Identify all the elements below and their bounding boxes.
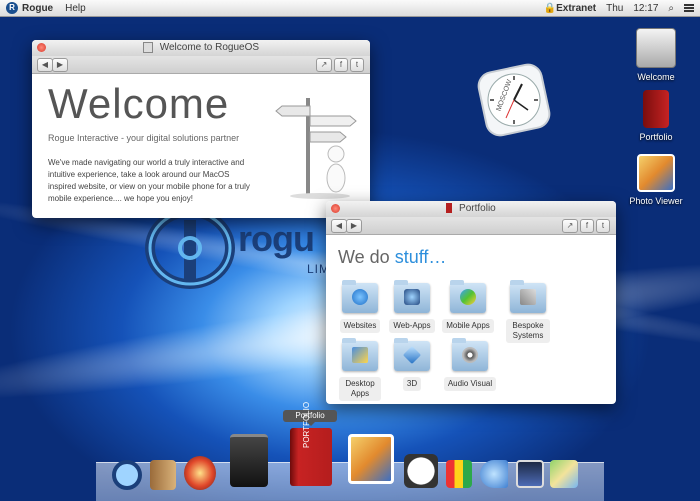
forward-button[interactable]: ▶ (346, 219, 362, 233)
signpost-illustration-icon (264, 92, 370, 202)
welcome-titlebar[interactable]: Welcome to RogueOS (32, 40, 370, 56)
quicktime-icon[interactable] (184, 456, 216, 490)
folder-label: Mobile Apps (442, 319, 494, 333)
menu-app-name[interactable]: Rogue (22, 3, 53, 14)
folder-label: Desktop Apps (339, 377, 381, 401)
back-button[interactable]: ◀ (331, 219, 347, 233)
globe-icon (352, 289, 368, 305)
folder-bespoke-systems[interactable]: Bespoke Systems (498, 280, 558, 343)
megaphone-icon[interactable] (480, 460, 508, 488)
spotlight-search-icon[interactable]: ⌕ (668, 3, 674, 14)
portfolio-book-icon (643, 90, 669, 128)
desktop-icon-portfolio[interactable]: Portfolio (621, 90, 691, 142)
desktop-icon-label: Photo Viewer (629, 196, 683, 206)
folder-label: Websites (339, 319, 381, 333)
shopping-bag-icon[interactable] (230, 434, 268, 487)
photo-viewer-icon (637, 154, 675, 192)
lock-icon: 🔒 (543, 2, 557, 14)
folder-label: Web-Apps (389, 319, 435, 333)
portfolio-window[interactable]: Portfolio ◀ ▶ ↗ f t We do stuff… Website… (326, 201, 616, 404)
share-button[interactable]: ↗ (562, 219, 578, 233)
welcome-window[interactable]: Welcome to RogueOS ◀ ▶ ↗ f t Welcome Rog… (32, 40, 370, 218)
menubar: R Rogue Help 🔒Extranet Thu 12:17 ⌕ (0, 0, 700, 17)
twitter-button[interactable]: t (596, 219, 610, 233)
forward-button[interactable]: ▶ (52, 58, 68, 72)
hard-drive-icon (636, 28, 676, 68)
portfolio-spine-text: PORTFOLIO (302, 401, 311, 448)
rogue-logo-icon[interactable] (112, 460, 142, 490)
extranet-link[interactable]: 🔒Extranet (544, 3, 596, 14)
tools-icon (520, 289, 536, 305)
close-button[interactable] (331, 204, 340, 213)
desktop-icon-label: Welcome (637, 72, 675, 82)
window-title: Portfolio (459, 203, 496, 214)
twitter-button[interactable]: t (350, 58, 364, 72)
folder-desktop-apps[interactable]: Desktop Apps (330, 338, 390, 401)
desktop-icon-photo-viewer[interactable]: Photo Viewer (621, 154, 691, 206)
clock-widget[interactable]: MOSCOW (476, 62, 552, 138)
portfolio-titlebar[interactable]: Portfolio (326, 201, 616, 217)
photo-viewer-icon[interactable] (348, 434, 394, 484)
clock-time: 12:17 (633, 2, 659, 14)
facebook-button[interactable]: f (334, 58, 348, 72)
welcome-body-text: We've made navigating our world a truly … (48, 158, 250, 203)
facebook-button[interactable]: f (580, 219, 594, 233)
folder-audio-visual[interactable]: Audio Visual (440, 338, 500, 391)
audio-visual-icon (462, 347, 478, 363)
share-button[interactable]: ↗ (316, 58, 332, 72)
document-icon (142, 41, 153, 53)
portfolio-heading: We do stuff… (338, 247, 447, 267)
movie-icon[interactable] (516, 460, 544, 488)
welcome-toolbar: ◀ ▶ ↗ f t (32, 56, 370, 74)
desktop-icon-welcome[interactable]: Welcome (621, 28, 691, 82)
portfolio-book-icon (446, 203, 453, 214)
back-button[interactable]: ◀ (37, 58, 53, 72)
folder-label: Audio Visual (443, 377, 497, 391)
portfolio-book-icon[interactable]: PORTFOLIO (290, 402, 332, 486)
menu-list-icon[interactable] (684, 4, 694, 12)
portfolio-heading-highlight: stuff… (394, 247, 447, 267)
menubar-status: 🔒Extranet Thu 12:17 ⌕ (544, 3, 694, 14)
background-brand-name: rogu (238, 218, 315, 259)
clock-day: Thu (606, 2, 624, 14)
rogue-menu-logo-icon[interactable]: R (6, 2, 18, 14)
web-apps-icon (404, 289, 420, 305)
welcome-subheading: Rogue Interactive - your digital solutio… (48, 133, 240, 143)
folder-websites[interactable]: Websites (330, 280, 390, 333)
desktop-apps-icon (352, 347, 368, 363)
window-title: Welcome to RogueOS (159, 42, 260, 53)
cube-icon (402, 345, 422, 365)
rubiks-cube-icon[interactable] (446, 460, 472, 488)
mobile-apps-icon (460, 289, 476, 305)
folder-web-apps[interactable]: Web-Apps (382, 280, 442, 333)
folder-label: 3D (402, 377, 422, 391)
address-book-icon[interactable] (150, 460, 176, 490)
clock-icon[interactable] (404, 454, 438, 488)
desktop-icon-label: Portfolio (639, 132, 673, 142)
close-button[interactable] (37, 43, 46, 52)
maps-icon[interactable] (550, 460, 578, 488)
folder-mobile-apps[interactable]: Mobile Apps (438, 280, 498, 333)
portfolio-toolbar: ◀ ▶ ↗ f t (326, 217, 616, 235)
menu-help[interactable]: Help (65, 3, 86, 14)
folder-label: Bespoke Systems (506, 319, 550, 343)
folder-3d[interactable]: 3D (382, 338, 442, 391)
welcome-heading: Welcome (48, 80, 230, 127)
